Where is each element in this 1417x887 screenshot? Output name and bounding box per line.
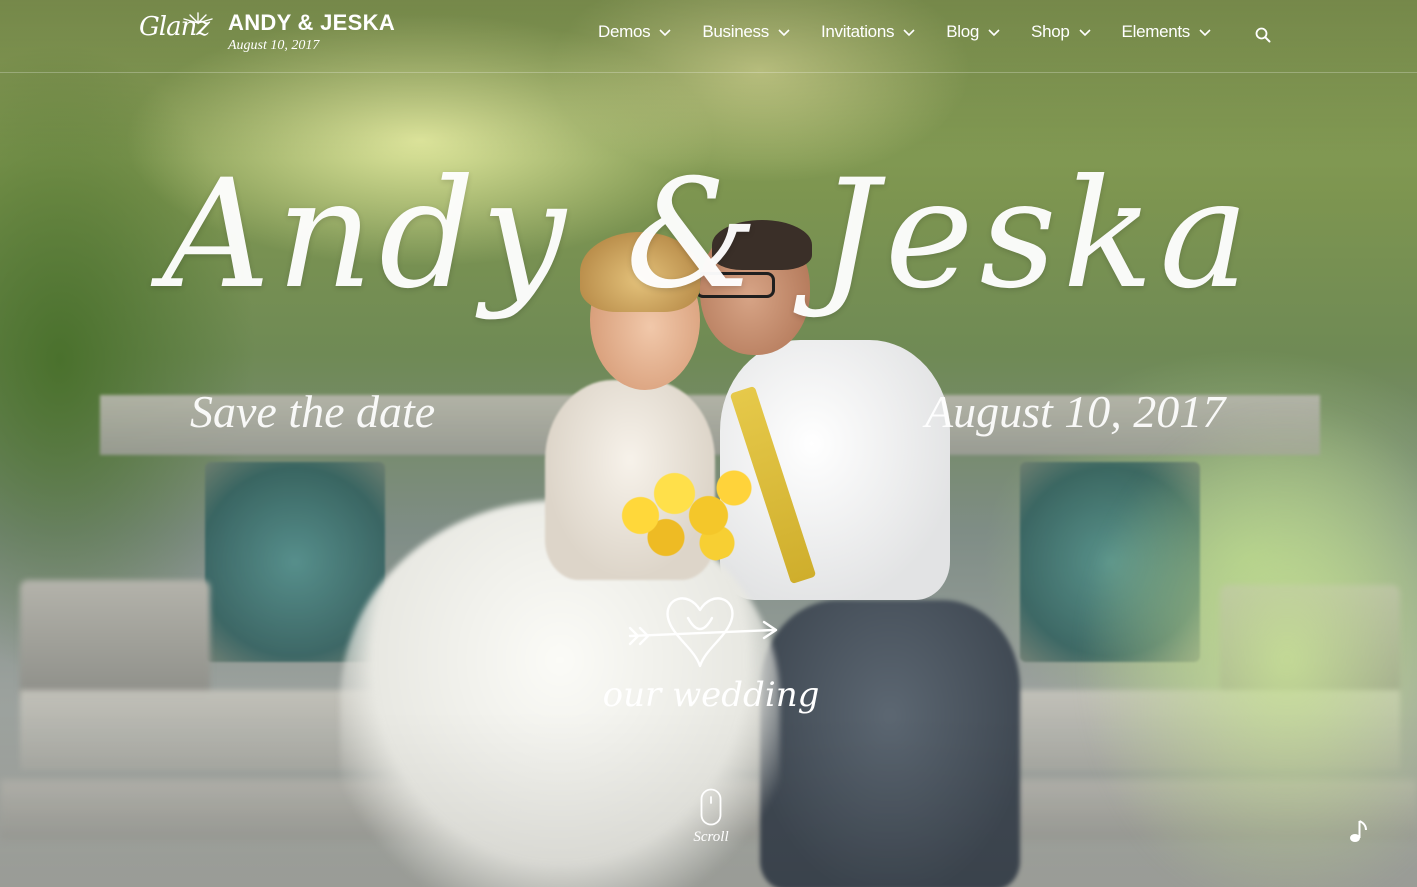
main-nav: Demos Business Invitations Blog Shop Ele… — [598, 22, 1242, 42]
logo-burst-icon — [183, 12, 213, 24]
scroll-label: Scroll — [693, 829, 729, 845]
nav-item-invitations[interactable]: Invitations — [821, 22, 916, 42]
site-title[interactable]: ANDY & JESKA — [228, 10, 395, 36]
scroll-indicator[interactable]: Scroll — [686, 788, 736, 846]
nav-item-label: Invitations — [820, 22, 895, 41]
nav-item-elements[interactable]: Elements — [1122, 22, 1212, 42]
music-note-icon[interactable] — [1348, 818, 1370, 844]
mouse-scroll-icon — [700, 788, 722, 826]
hero-couple-names: Andy & Jeska — [162, 148, 1255, 322]
nav-item-shop[interactable]: Shop — [1031, 22, 1092, 42]
our-wedding-text: our wedding — [603, 675, 820, 715]
save-the-date-text: Save the date — [190, 386, 436, 437]
heart-arrow-icon — [628, 597, 778, 668]
nav-item-demos[interactable]: Demos — [598, 22, 672, 42]
chevron-down-icon — [1199, 29, 1211, 37]
nav-item-label: Business — [702, 22, 769, 41]
site-date: August 10, 2017 — [228, 38, 320, 53]
chevron-down-icon — [1078, 29, 1091, 37]
site-header: Glanz ANDY & JESKA August 10, 2017 Demos… — [0, 0, 1417, 73]
wedding-date-text: August 10, 2017 — [925, 386, 1226, 437]
chevron-down-icon — [778, 29, 790, 37]
nav-item-label: Blog — [946, 22, 980, 41]
nav-item-label: Demos — [598, 22, 651, 41]
chevron-down-icon — [903, 29, 915, 37]
vignette-overlay — [0, 0, 1417, 887]
nav-item-label: Shop — [1031, 22, 1070, 41]
hero-background-photo — [0, 0, 1417, 887]
search-icon[interactable] — [1254, 26, 1272, 44]
nav-item-label: Elements — [1121, 22, 1191, 41]
chevron-down-icon — [988, 29, 1000, 37]
nav-item-blog[interactable]: Blog — [946, 22, 1001, 42]
our-wedding-badge: our wedding — [603, 597, 820, 715]
chevron-down-icon — [659, 29, 671, 37]
nav-item-business[interactable]: Business — [702, 22, 791, 42]
